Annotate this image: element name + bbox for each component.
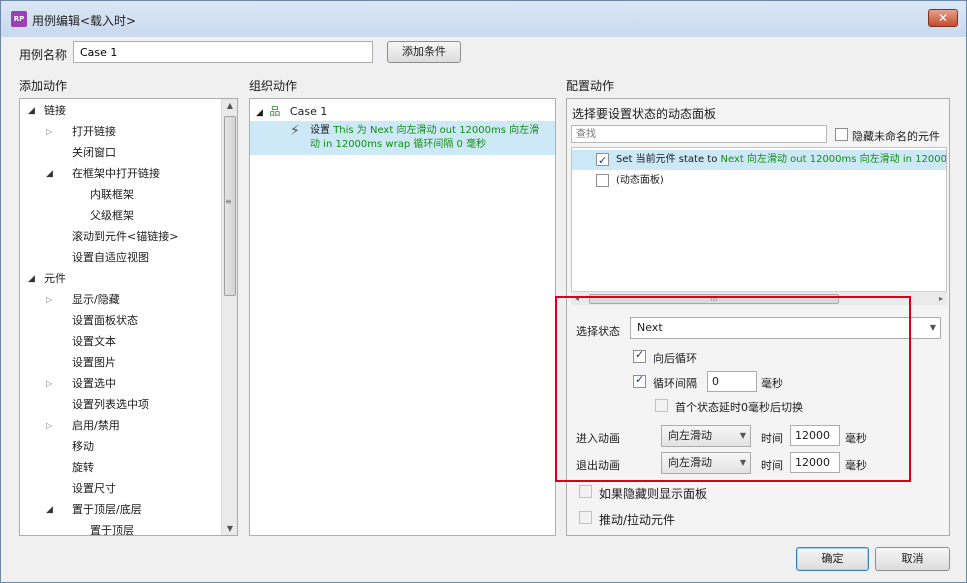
collapse-triangle-icon[interactable]: ◢ [46, 164, 53, 184]
collapse-triangle-icon[interactable]: ◢ [28, 101, 35, 121]
organize-actions-panel: ◢ 品 Case 1 ⚡ 设置 This 为 Next 向左滑动 out 120… [249, 98, 556, 536]
actions-tree-panel: ◢ 链接 ▷ 打开链接关闭窗口 ◢ 在框架中打开链接内联框架父级框架滚动到元件<锚链接> 设… [19, 98, 238, 536]
scroll-right-icon[interactable]: ▸ [939, 292, 943, 306]
tree-item-label: 设置尺寸 [72, 482, 116, 495]
panel-row-label: (动态面板) [616, 175, 664, 186]
show-if-hidden-checkbox[interactable] [579, 485, 592, 498]
tree-item-label: 设置面板状态 [72, 314, 138, 327]
config-actions-heading: 配置动作 [566, 79, 615, 93]
tree-item-label: 设置选中 [72, 377, 116, 390]
tree-item-label: 滚动到元件<锚链接> [72, 230, 179, 243]
tree-item-label: 关闭窗口 [72, 146, 116, 159]
collapse-triangle-icon[interactable]: ◢ [256, 108, 263, 118]
tree-item-label: 打开链接 [72, 125, 116, 138]
tree-item-label: 设置自适应视图 [72, 251, 149, 264]
push-pull-checkbox[interactable] [579, 511, 592, 524]
tree-item-label: 设置列表选中项 [72, 398, 149, 411]
panel-row-checkbox[interactable] [596, 174, 609, 187]
dynamic-panel-list: Set 当前元件 state to Next 向左滑动 out 12000ms … [571, 147, 947, 303]
tree-item-label: 元件 [44, 272, 66, 285]
panel-row-current[interactable]: Set 当前元件 state to Next 向左滑动 out 12000ms … [572, 150, 947, 170]
tree-item-label: 内联框架 [90, 188, 134, 201]
case-name-label: 用例名称 [19, 48, 68, 62]
vertical-scrollbar[interactable]: ▲ ≡ ▼ [221, 99, 237, 535]
push-pull-label: 推动/拉动元件 [599, 513, 676, 527]
tree-item-label: 设置图片 [72, 356, 116, 369]
tree-item-label: 显示/隐藏 [72, 293, 120, 306]
case-node-label: Case 1 [289, 105, 328, 118]
case-tree-icon: 品 [269, 105, 281, 118]
tree-item-label: 启用/禁用 [72, 419, 120, 432]
scroll-thumb[interactable] [224, 116, 236, 296]
action-description: 设置 This 为 Next 向左滑动 out 12000ms 向左滑 动 in… [310, 124, 550, 152]
tree-item-label: 父级框架 [90, 209, 134, 222]
tree-item-label: 在框架中打开链接 [72, 167, 160, 180]
action-detail-line1: This 为 Next 向左滑动 out 12000ms 向左滑 [333, 125, 540, 136]
tree-item-label: 旋转 [72, 461, 94, 474]
search-input[interactable] [571, 125, 827, 143]
hide-unnamed-checkbox[interactable] [835, 128, 848, 141]
annotation-highlight-frame [555, 296, 911, 482]
panel-row-detail: Next 向左滑动 out 12000ms 向左滑动 in 12000 [720, 154, 947, 165]
action-verb: 设置 [310, 125, 330, 136]
action-detail-line2: 动 in 12000ms wrap 循环间隔 0 毫秒 [310, 139, 487, 150]
scroll-up-icon[interactable]: ▲ [222, 101, 237, 110]
add-actions-heading: 添加动作 [19, 79, 68, 93]
collapse-triangle-icon[interactable]: ◢ [28, 269, 35, 289]
panel-row-text: Set 当前元件 state to Next 向左滑动 out 12000ms … [616, 150, 947, 170]
add-condition-button[interactable]: 添加条件 [387, 41, 461, 63]
expand-triangle-icon[interactable]: ▷ [46, 374, 52, 394]
organize-actions-heading: 组织动作 [249, 79, 298, 93]
show-if-hidden-label: 如果隐藏则显示面板 [599, 487, 708, 501]
tree-item-label: 移动 [72, 440, 94, 453]
case-name-input[interactable] [73, 41, 373, 63]
title-bar[interactable]: RP 用例编辑<载入时> ✕ [1, 1, 966, 37]
tree-item-label: 置于顶层 [90, 524, 134, 536]
window-title: 用例编辑<载入时> [32, 14, 137, 28]
panel-row-dynamic[interactable]: (动态面板) [572, 171, 946, 191]
collapse-triangle-icon[interactable]: ◢ [46, 500, 53, 520]
hide-unnamed-label: 隐藏未命名的元件 [852, 130, 940, 143]
tree-item-label: 置于顶层/底层 [72, 503, 142, 516]
cancel-button[interactable]: 取消 [875, 547, 950, 571]
ok-button[interactable]: 确定 [796, 547, 869, 571]
scroll-down-icon[interactable]: ▼ [222, 524, 237, 533]
selected-action-row[interactable]: ⚡ 设置 This 为 Next 向左滑动 out 12000ms 向左滑 动 … [250, 121, 555, 155]
close-button[interactable]: ✕ [928, 9, 958, 27]
panel-select-title: 选择要设置状态的动态面板 [572, 107, 717, 121]
scroll-grip-icon: ≡ [225, 197, 232, 206]
chevron-down-icon: ▼ [929, 323, 936, 332]
expand-triangle-icon[interactable]: ▷ [46, 122, 52, 142]
tree-item-label: 链接 [44, 104, 66, 117]
expand-triangle-icon[interactable]: ▷ [46, 290, 52, 310]
lightning-icon: ⚡ [290, 123, 300, 139]
expand-triangle-icon[interactable]: ▷ [46, 416, 52, 436]
panel-row-prefix: Set 当前元件 state to [616, 154, 718, 165]
panel-row-checkbox[interactable] [596, 151, 609, 170]
dialog-window: RP 用例编辑<载入时> ✕ 用例名称 添加条件 添加动作 组织动作 配置动作 … [0, 0, 967, 583]
rp-app-icon: RP [11, 11, 27, 27]
case-node[interactable]: ◢ 品 Case 1 [256, 103, 327, 121]
tree-item-label: 设置文本 [72, 335, 116, 348]
